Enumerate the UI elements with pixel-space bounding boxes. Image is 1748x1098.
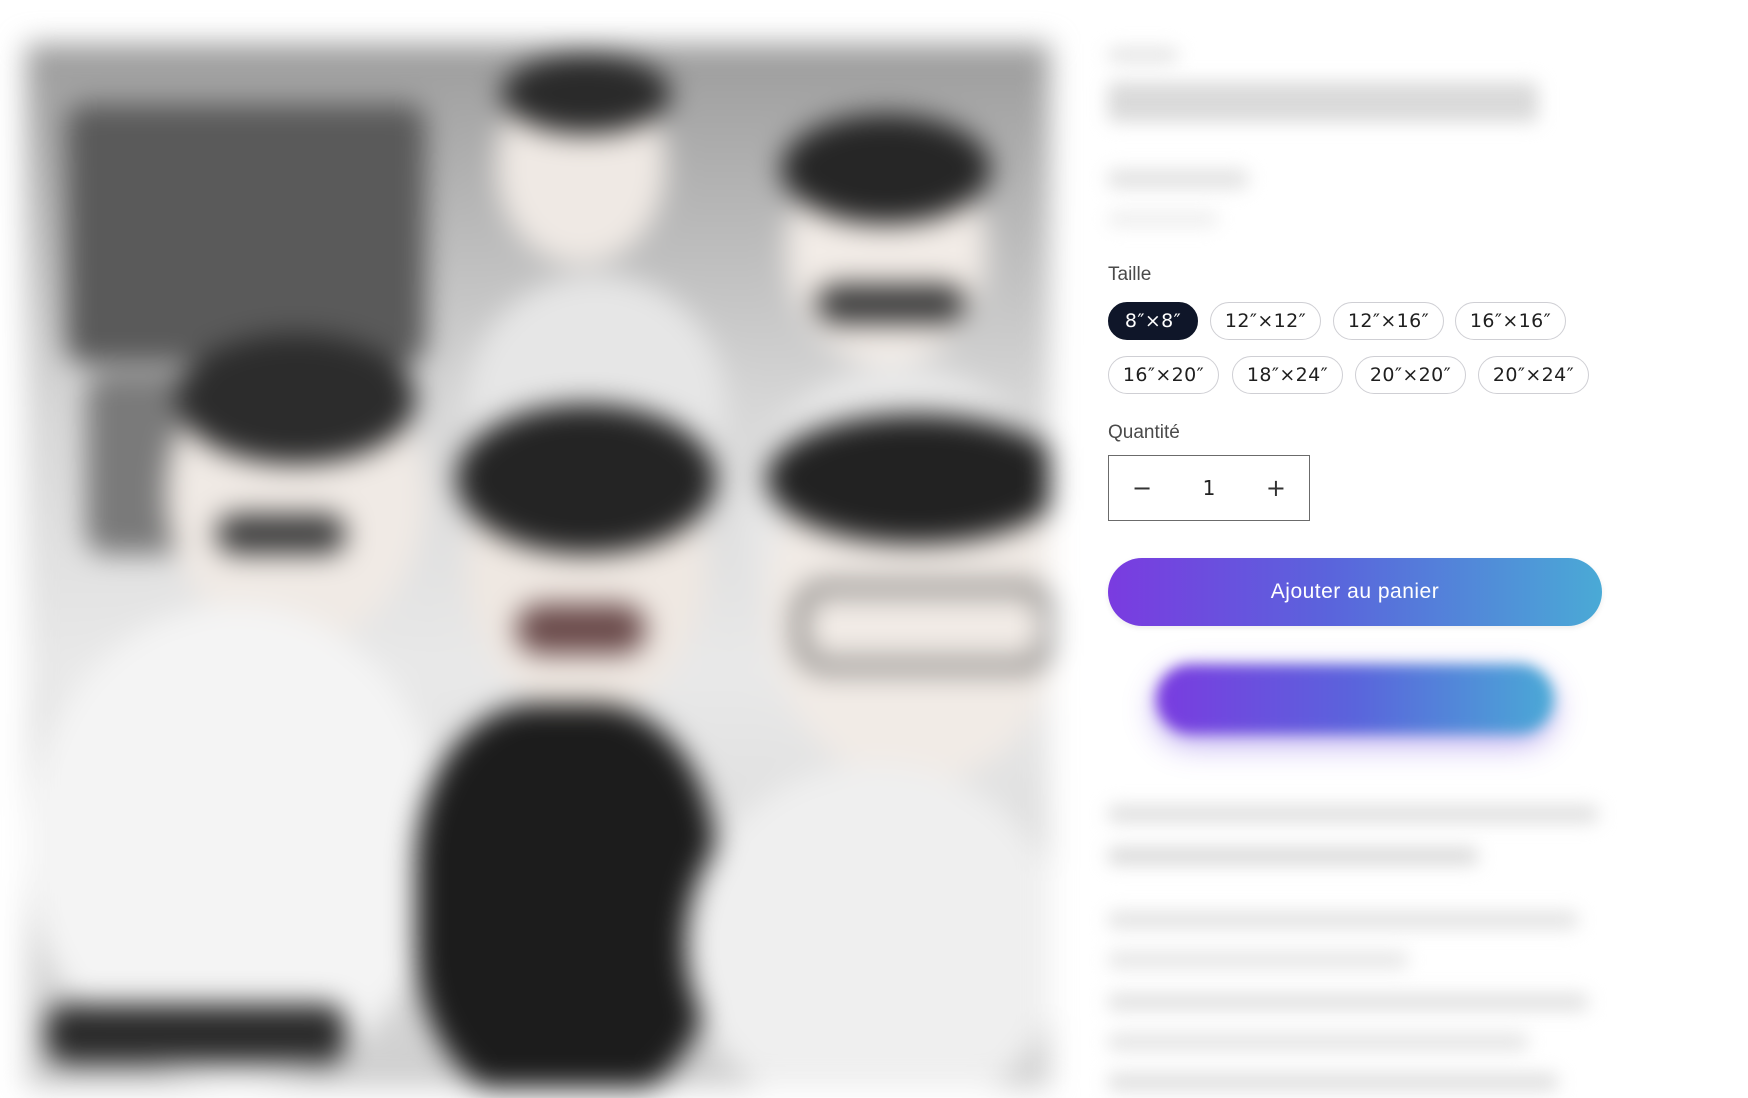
size-option-12x12[interactable]: 12″×12″	[1210, 302, 1321, 340]
quantity-input[interactable]: 1	[1203, 476, 1216, 500]
quantity-stepper: − 1 +	[1108, 455, 1310, 521]
size-option-12x16[interactable]: 12″×16″	[1333, 302, 1444, 340]
tax-note	[1108, 212, 1218, 226]
quantity-label: Quantité	[1108, 422, 1180, 443]
quantity-increase-button[interactable]: +	[1243, 456, 1309, 520]
size-option-8x8[interactable]: 8″×8″	[1108, 302, 1198, 340]
size-option-16x20[interactable]: 16″×20″	[1108, 356, 1219, 394]
description-line	[1108, 1074, 1558, 1090]
size-label: Taille	[1108, 264, 1152, 285]
plus-icon: +	[1265, 474, 1287, 502]
product-image[interactable]	[26, 44, 1050, 1088]
description-line	[1108, 1034, 1528, 1050]
description-line	[1108, 952, 1408, 968]
description-line	[1108, 994, 1588, 1010]
add-to-cart-button[interactable]: Ajouter au panier	[1108, 558, 1602, 626]
size-option-16x16[interactable]: 16″×16″	[1455, 302, 1566, 340]
size-option-20x24[interactable]: 20″×24″	[1478, 356, 1589, 394]
product-page: Taille 8″×8″ 12″×12″ 12″×16″ 16″×16″ 16″…	[0, 0, 1748, 1098]
product-title	[1108, 82, 1538, 122]
description-line	[1108, 848, 1478, 864]
product-vendor	[1108, 48, 1178, 62]
description-line	[1108, 806, 1598, 822]
minus-icon: −	[1131, 474, 1153, 502]
description-line	[1108, 912, 1578, 928]
quantity-decrease-button[interactable]: −	[1109, 456, 1175, 520]
product-price	[1108, 170, 1248, 188]
size-option-20x20[interactable]: 20″×20″	[1355, 356, 1466, 394]
personalize-button[interactable]	[1156, 664, 1554, 734]
size-option-18x24[interactable]: 18″×24″	[1232, 356, 1343, 394]
